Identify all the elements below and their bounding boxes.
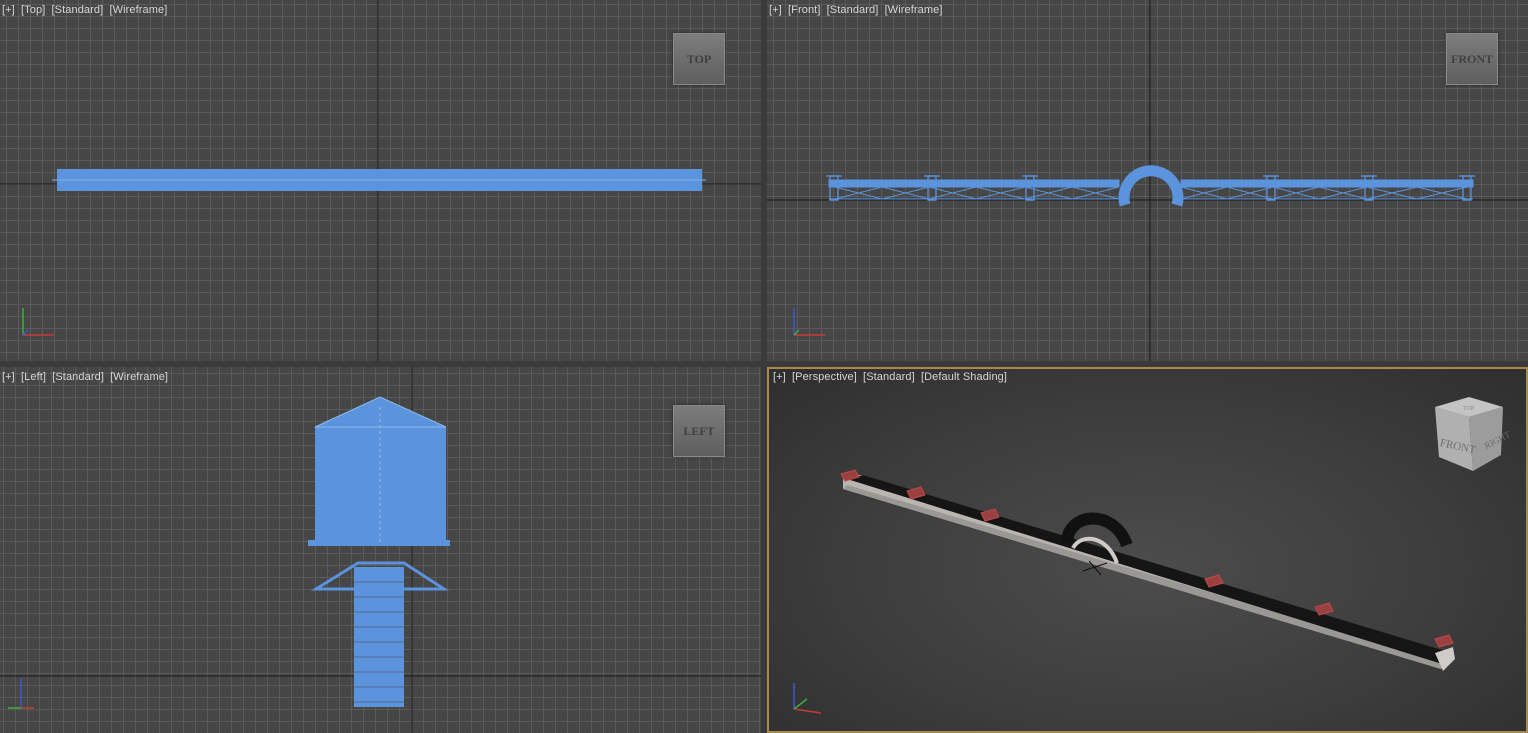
perspective-scene: FRONT RIGHT TOP — [840, 397, 1512, 671]
top-wireframe-scene — [0, 0, 761, 361]
left-wireframe-scene — [0, 367, 761, 733]
viewport-menu-plus[interactable]: [+] — [773, 371, 786, 383]
viewport-menu-plus[interactable]: [+] — [769, 4, 782, 16]
viewport-shading[interactable]: [Default Shading] — [921, 371, 1007, 383]
viewport-front[interactable]: [+] [Front] [Standard] [Wireframe] FRONT — [767, 0, 1528, 361]
viewport-label-perspective: [+] [Perspective] [Standard] [Default Sh… — [773, 371, 1010, 383]
viewcube-icon[interactable]: FRONT RIGHT TOP — [1435, 397, 1512, 471]
3d-object[interactable] — [840, 469, 1455, 671]
viewcube-icon[interactable]: FRONT — [1446, 33, 1498, 85]
viewport-top[interactable]: [+] [Top] [Standard] [Wireframe] TOP — [0, 0, 761, 361]
viewport-standard[interactable]: [Standard] — [52, 4, 104, 16]
viewport-label-left: [+] [Left] [Standard] [Wireframe] — [2, 371, 171, 383]
viewport-point-of-view[interactable]: [Top] — [21, 4, 45, 16]
front-wireframe-scene — [767, 0, 1528, 361]
axis-tripod-icon — [8, 678, 34, 709]
viewport-label-front: [+] [Front] [Standard] [Wireframe] — [769, 4, 946, 16]
viewport-point-of-view[interactable]: [Front] — [788, 4, 821, 16]
viewport-left[interactable]: [+] [Left] [Standard] [Wireframe] LEFT — [0, 367, 761, 733]
axis-tripod-icon — [22, 308, 54, 336]
viewport-standard[interactable]: [Standard] — [863, 371, 915, 383]
viewport-standard[interactable]: [Standard] — [827, 4, 879, 16]
viewport-point-of-view[interactable]: [Perspective] — [792, 371, 857, 383]
axis-tripod-icon — [793, 683, 822, 714]
viewport-menu-plus[interactable]: [+] — [2, 371, 15, 383]
svg-text:TOP: TOP — [1463, 406, 1475, 412]
viewport-point-of-view[interactable]: [Left] — [21, 371, 46, 383]
viewport-perspective[interactable]: [+] [Perspective] [Standard] [Default Sh… — [767, 367, 1528, 733]
viewport-shading[interactable]: [Wireframe] — [110, 371, 168, 383]
viewcube-icon[interactable]: LEFT — [673, 405, 725, 457]
axis-tripod-icon — [793, 308, 825, 336]
wireframe-object[interactable] — [308, 396, 450, 707]
viewport-menu-plus[interactable]: [+] — [2, 4, 15, 16]
viewport-shading[interactable]: [Wireframe] — [885, 4, 943, 16]
viewport-standard[interactable]: [Standard] — [52, 371, 104, 383]
viewport-label-top: [+] [Top] [Standard] [Wireframe] — [2, 4, 170, 16]
viewport-shading[interactable]: [Wireframe] — [109, 4, 167, 16]
viewcube-icon[interactable]: TOP — [673, 33, 725, 85]
